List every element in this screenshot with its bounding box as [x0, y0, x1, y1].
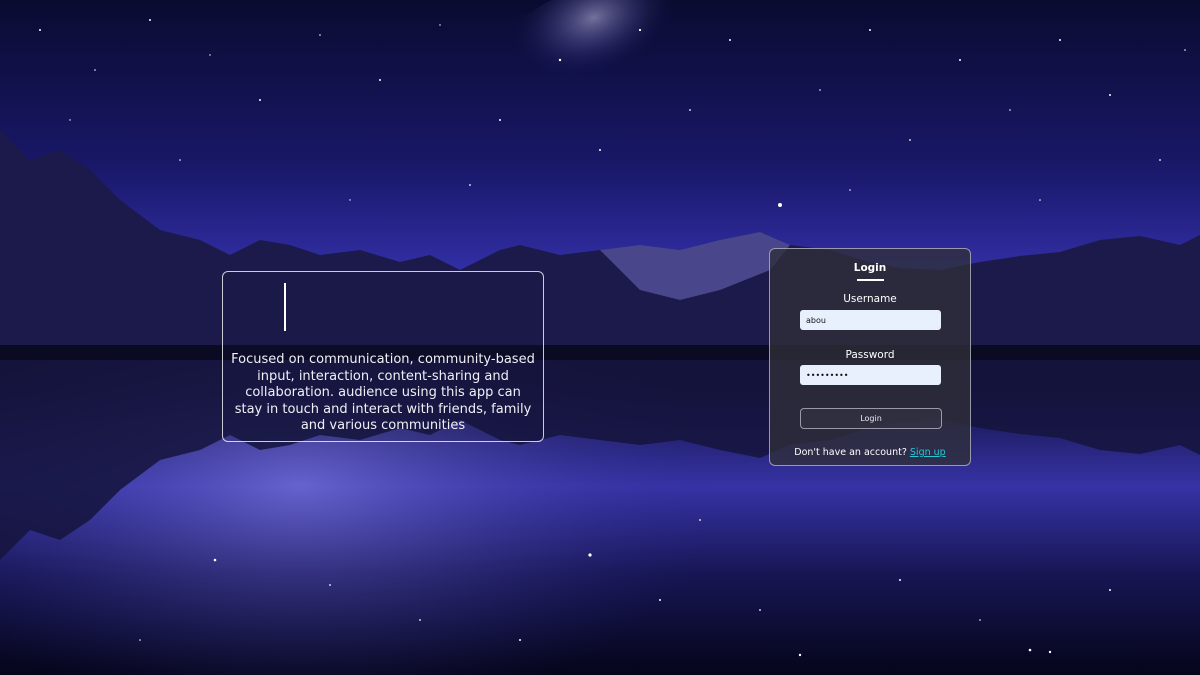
login-title-underline [857, 279, 884, 281]
login-button[interactable]: Login [800, 408, 942, 429]
intro-description: Focused on communication, community-base… [231, 352, 535, 433]
username-input[interactable] [800, 310, 941, 330]
login-page: Focused on communication, community-base… [0, 0, 1200, 675]
signup-prompt: Don't have an account? [794, 447, 907, 458]
intro-card: Focused on communication, community-base… [222, 271, 544, 442]
login-form: Login Username Password Login Don't have… [769, 248, 971, 466]
starry-mountain-lake-background [0, 0, 1200, 675]
password-label: Password [845, 349, 895, 361]
signup-row: Don't have an account? Sign up [770, 447, 970, 458]
login-title: Login [853, 262, 887, 274]
username-label: Username [843, 293, 897, 305]
password-input[interactable] [800, 365, 941, 385]
signup-link[interactable]: Sign up [910, 447, 946, 458]
typing-caret [284, 283, 286, 331]
